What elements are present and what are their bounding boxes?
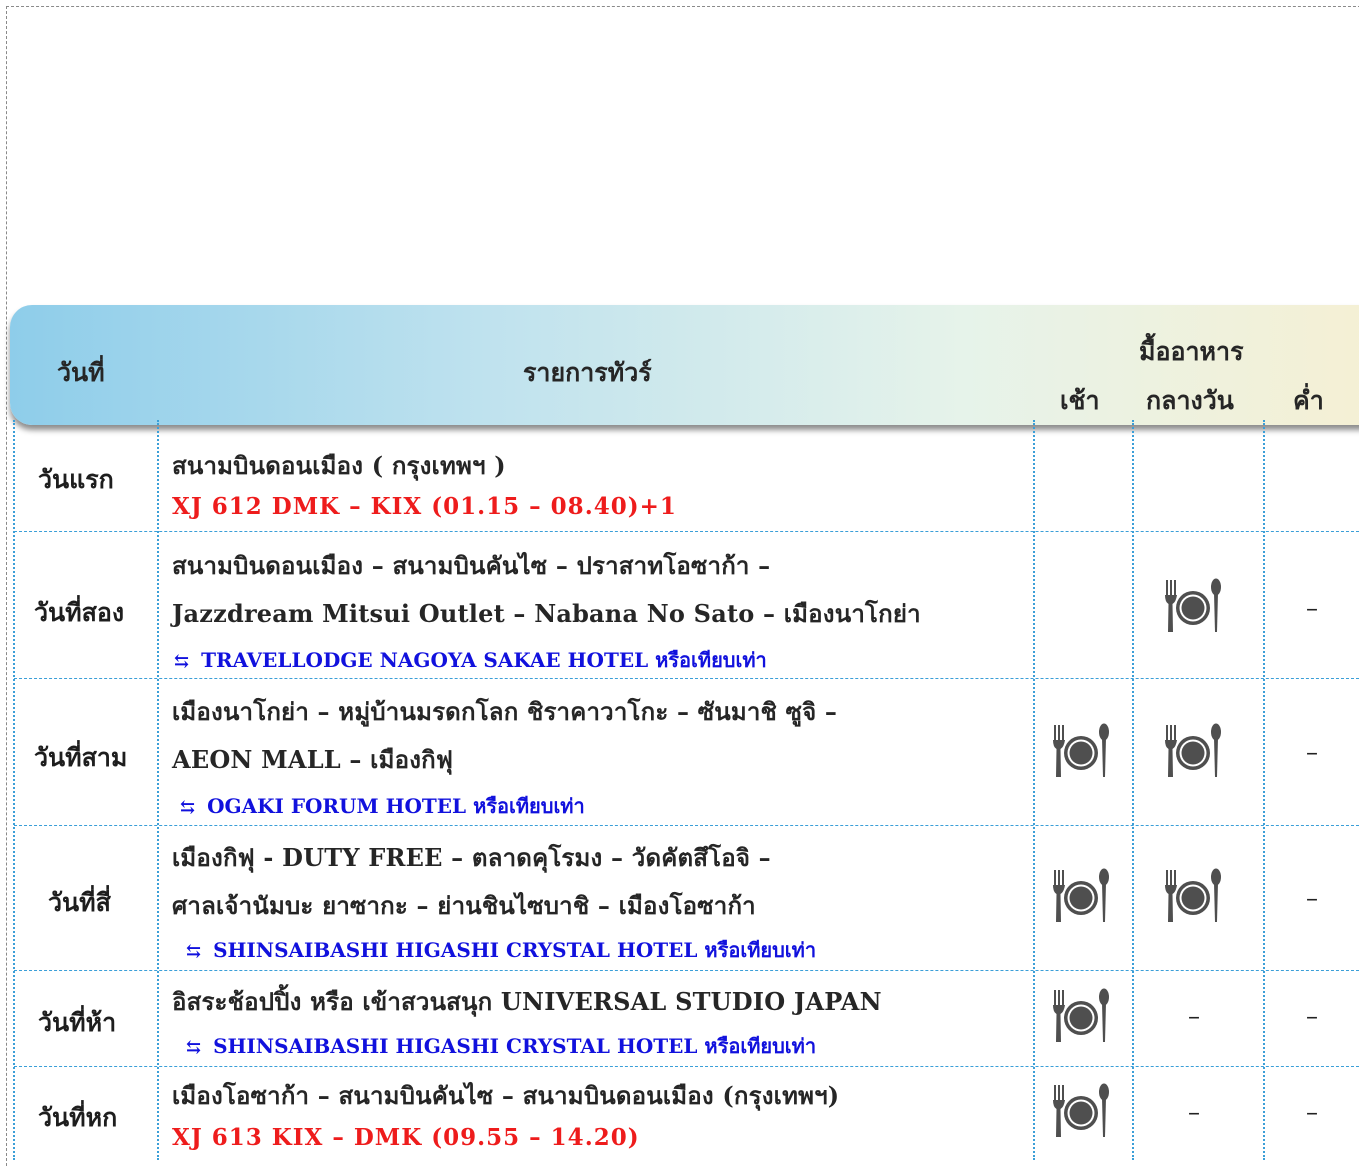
hotel-info: ⇆ SHINSAIBASHI HIGASHI CRYSTAL HOTEL หรือ… — [186, 934, 816, 966]
hotel-name: SHINSAIBASHI HIGASHI CRYSTAL HOTEL หรือเ… — [213, 938, 817, 962]
day-label: วันแรก — [38, 465, 114, 494]
hotel-name: TRAVELLODGE NAGOYA SAKAE HOTEL หรือเทียบ… — [201, 648, 767, 672]
header-lunch: กลางวัน — [1146, 386, 1234, 415]
bed-icon: ⇆ — [186, 941, 202, 962]
day-label: วันที่สี่ — [48, 888, 111, 917]
dinner-value: – — [1306, 738, 1318, 766]
itinerary-text: สนามบินดอนเมือง ( กรุงเทพฯ ) — [172, 451, 506, 480]
plate-fork-knife-icon — [1052, 1083, 1110, 1139]
header-breakfast: เช้า — [1060, 386, 1100, 415]
bed-icon: ⇆ — [186, 1037, 202, 1058]
bed-icon: ⇆ — [180, 797, 196, 818]
day-label: วันที่สาม — [34, 743, 128, 772]
dinner-value: – — [1306, 1002, 1318, 1030]
plate-fork-knife-icon — [1052, 988, 1110, 1044]
itinerary-text: เมืองโอซาก้า – สนามบินคันไซ – สนามบินดอน… — [172, 1081, 840, 1110]
row-divider — [14, 970, 1359, 971]
dinner-value: – — [1306, 884, 1318, 912]
header-meals: มื้ออาหาร — [1139, 337, 1244, 366]
row-divider — [14, 531, 1359, 532]
hotel-info: ⇆ TRAVELLODGE NAGOYA SAKAE HOTEL หรือเทีย… — [174, 644, 767, 676]
itinerary-text: เมืองกิฟุ - DUTY FREE – ตลาดคุโรมง – วัด… — [172, 843, 771, 872]
hotel-info: ⇆ OGAKI FORUM HOTEL หรือเทียบเท่า — [180, 790, 585, 822]
day-label: วันที่สอง — [34, 598, 125, 627]
flight-info: XJ 612 DMK – KIX (01.15 – 08.40)+1 — [172, 493, 677, 520]
plate-fork-knife-icon — [1164, 868, 1222, 924]
hotel-info: ⇆ SHINSAIBASHI HIGASHI CRYSTAL HOTEL หรือ… — [186, 1030, 816, 1062]
hotel-name: OGAKI FORUM HOTEL หรือเทียบเท่า — [207, 794, 585, 818]
plate-fork-knife-icon — [1052, 868, 1110, 924]
itinerary-text: สนามบินดอนเมือง – สนามบินคันไซ – ปราสาทโ… — [172, 551, 771, 580]
dinner-value: – — [1306, 594, 1318, 622]
plate-fork-knife-icon — [1052, 723, 1110, 779]
dinner-value: – — [1306, 1098, 1318, 1126]
lunch-value: – — [1188, 1098, 1200, 1126]
itinerary-text: AEON MALL – เมืองกิฟุ — [172, 745, 454, 774]
row-divider — [14, 825, 1359, 826]
lunch-value: – — [1188, 1002, 1200, 1030]
day-label: วันที่ห้า — [38, 1008, 117, 1037]
bed-icon: ⇆ — [174, 651, 190, 672]
itinerary-text: เมืองนาโกย่า – หมู่บ้านมรดกโลก ชิราคาวาโ… — [172, 697, 838, 726]
header-dinner: ค่ำ — [1293, 386, 1324, 415]
day-label: วันที่หก — [38, 1103, 118, 1132]
row-divider — [14, 1066, 1359, 1067]
header-program: รายการทัวร์ — [523, 358, 652, 387]
row-divider — [14, 678, 1359, 679]
hotel-name: SHINSAIBASHI HIGASHI CRYSTAL HOTEL หรือเ… — [213, 1034, 817, 1058]
header-day: วันที่ — [57, 358, 105, 387]
flight-info: XJ 613 KIX – DMK (09.55 – 14.20) — [172, 1124, 640, 1151]
plate-fork-knife-icon — [1164, 578, 1222, 634]
plate-fork-knife-icon — [1164, 723, 1222, 779]
itinerary-text: ศาลเจ้านัมบะ ยาซากะ – ย่านชินไซบาชิ – เม… — [172, 891, 756, 920]
itinerary-text: อิสระช้อปปิ้ง หรือ เข้าสวนสนุก UNIVERSAL… — [172, 987, 882, 1016]
itinerary-text: Jazzdream Mitsui Outlet – Nabana No Sato… — [172, 599, 921, 628]
